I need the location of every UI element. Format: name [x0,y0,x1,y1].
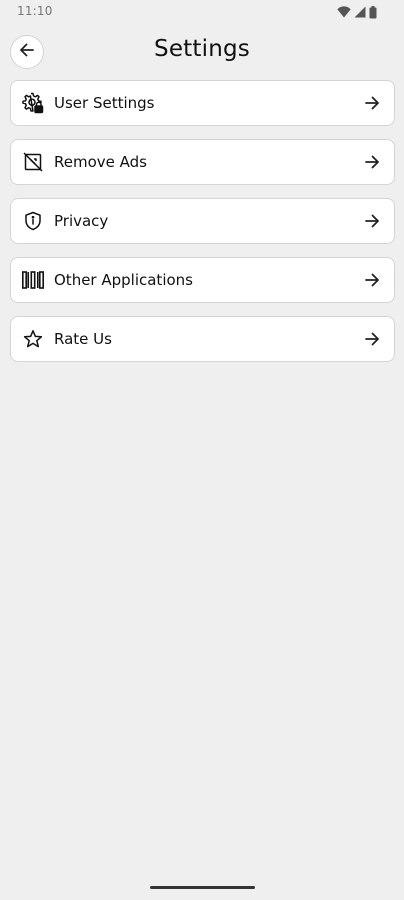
settings-list: User Settings Remove Ads Privacy Other A… [10,80,395,375]
status-bar: 11:10 [0,0,404,24]
battery-icon [369,5,377,19]
arrow-right-icon [361,92,383,114]
settings-item-other-applications[interactable]: Other Applications [10,257,395,303]
settings-item-privacy[interactable]: Privacy [10,198,395,244]
settings-item-label: User Settings [54,94,155,112]
remove-ads-icon [22,151,44,173]
cellular-signal-icon [354,6,366,18]
settings-item-user-settings[interactable]: User Settings [10,80,395,126]
settings-item-label: Privacy [54,212,109,230]
star-icon [22,328,44,350]
arrow-right-icon [361,269,383,291]
settings-item-remove-ads[interactable]: Remove Ads [10,139,395,185]
arrow-right-icon [361,328,383,350]
page-title: Settings [154,36,250,62]
settings-item-label: Remove Ads [54,153,147,171]
header: Settings [0,28,404,76]
status-icons [337,5,377,19]
settings-item-rate-us[interactable]: Rate Us [10,316,395,362]
arrow-right-icon [361,210,383,232]
arrow-right-icon [361,151,383,173]
privacy-shield-icon [22,210,44,232]
other-apps-columns-icon [22,269,44,291]
wifi-icon [337,6,351,18]
settings-item-label: Rate Us [54,330,112,348]
settings-item-label: Other Applications [54,271,193,289]
gesture-nav-handle[interactable] [150,886,255,889]
status-time: 11:10 [17,4,53,18]
user-settings-gear-icon [22,92,44,114]
